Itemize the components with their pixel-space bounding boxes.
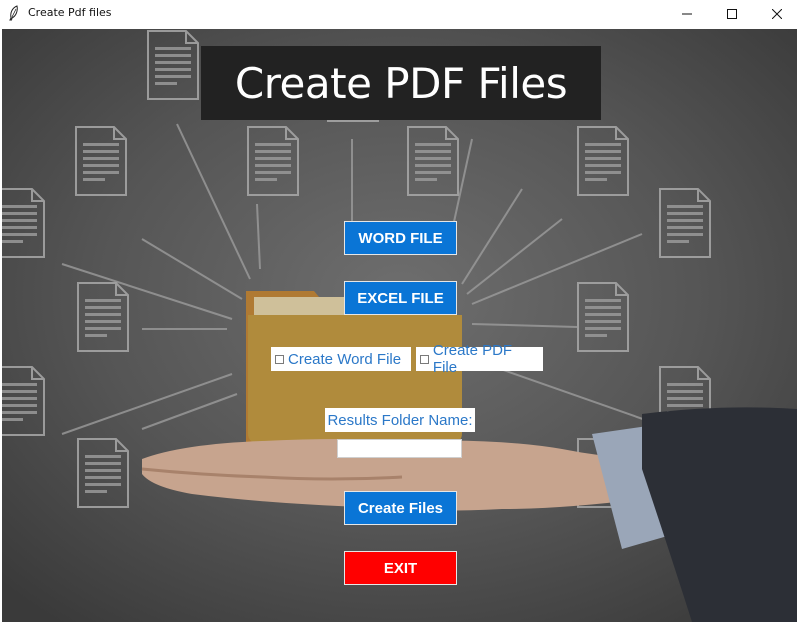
- minimize-icon: [682, 13, 692, 14]
- minimize-button[interactable]: [664, 0, 710, 27]
- window-title: Create Pdf files: [28, 6, 112, 19]
- maximize-icon: [727, 8, 737, 19]
- feather-icon: [7, 5, 21, 21]
- create-pdf-checkbox[interactable]: Create PDF File: [416, 342, 543, 376]
- checkbox-box[interactable]: [275, 354, 284, 364]
- close-button[interactable]: [754, 0, 799, 27]
- close-icon: [772, 8, 782, 19]
- exit-button[interactable]: EXIT: [344, 551, 457, 585]
- create-files-button[interactable]: Create Files: [344, 491, 457, 525]
- results-folder-label: Results Folder Name:: [325, 408, 475, 432]
- word-file-button[interactable]: WORD FILE: [344, 221, 457, 255]
- create-word-checkbox[interactable]: Create Word File: [271, 347, 411, 371]
- page-title: Create PDF Files: [201, 46, 601, 120]
- checkbox-box[interactable]: [420, 354, 429, 364]
- results-folder-input[interactable]: [337, 439, 462, 458]
- create-word-label: Create Word File: [288, 350, 402, 368]
- maximize-button[interactable]: [709, 0, 755, 27]
- excel-file-button[interactable]: EXCEL FILE: [344, 281, 457, 315]
- create-pdf-label: Create PDF File: [432, 342, 513, 376]
- window-titlebar: Create Pdf files: [0, 0, 799, 27]
